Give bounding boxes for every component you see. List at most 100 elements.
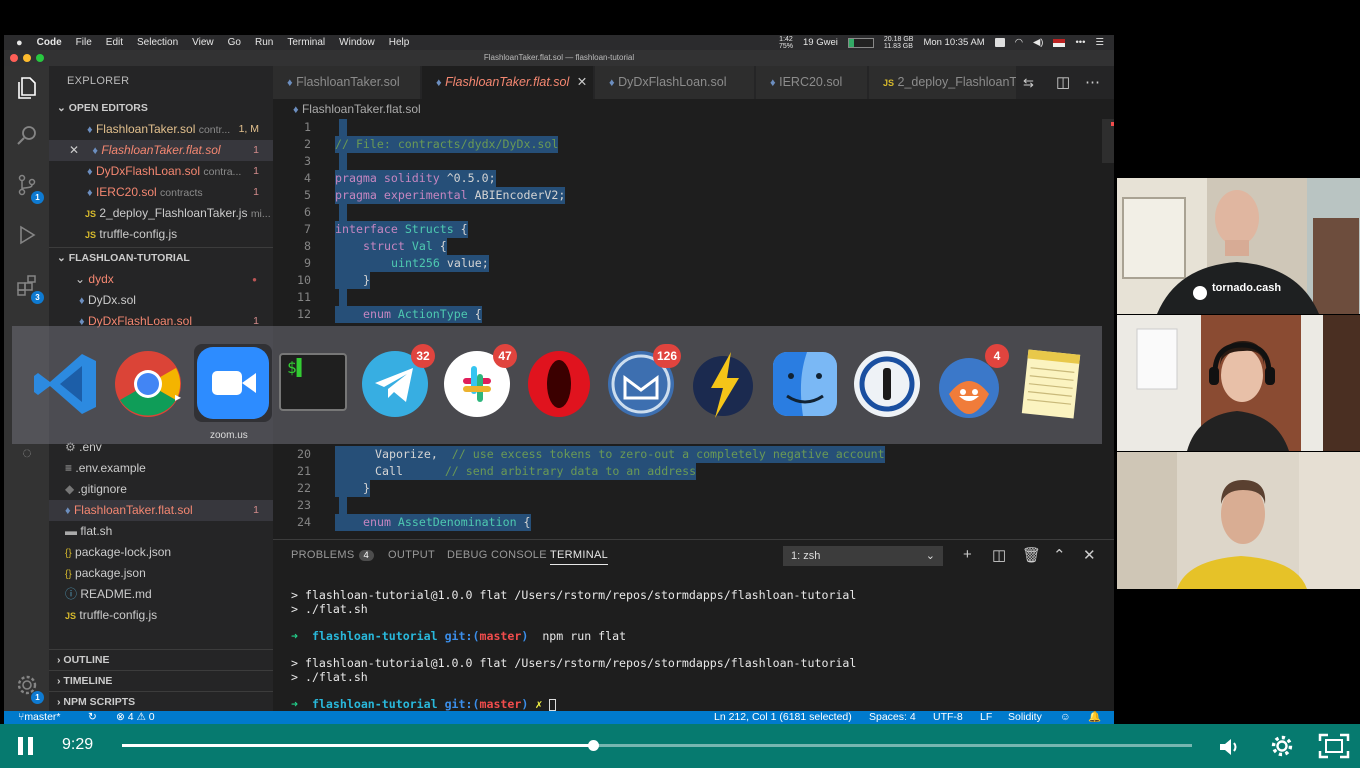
- file-item[interactable]: ♦ FlashloanTaker.flat.sol 1: [49, 500, 273, 521]
- progress-bar[interactable]: [122, 740, 1192, 751]
- close-panel-icon[interactable]: ✕: [1083, 546, 1096, 564]
- cursor-position[interactable]: Ln 212, Col 1 (6181 selected): [714, 711, 852, 724]
- file-item[interactable]: {} package.json: [49, 563, 273, 584]
- terminal-selector[interactable]: 1: zsh ⌄: [783, 546, 943, 566]
- tab-output[interactable]: OUTPUT: [388, 549, 435, 561]
- open-changes-icon[interactable]: ⇆: [1023, 75, 1034, 91]
- finder-app-icon[interactable]: [769, 348, 841, 420]
- open-editors-header[interactable]: ⌄ OPEN EDITORS: [49, 98, 273, 118]
- flag-icon[interactable]: [1053, 38, 1066, 47]
- source-control-icon[interactable]: 1: [14, 174, 44, 204]
- chrome-app-icon[interactable]: [112, 348, 184, 420]
- minimize-window-icon[interactable]: [23, 54, 31, 62]
- outline-header[interactable]: › OUTLINE: [49, 649, 273, 669]
- feedback-icon[interactable]: ☺: [1060, 711, 1071, 724]
- settings-button[interactable]: [1270, 734, 1294, 758]
- git-branch-status[interactable]: ⑂ master*: [18, 711, 61, 724]
- tab-debug-console[interactable]: DEBUG CONSOLE: [447, 549, 547, 561]
- wifi-icon[interactable]: ◠: [1015, 37, 1023, 48]
- gas-price[interactable]: 19 Gwei: [803, 37, 838, 48]
- mail-app-icon[interactable]: 126: [605, 344, 681, 420]
- folder-item[interactable]: ⌄ dydx ●: [49, 269, 273, 290]
- encoding[interactable]: UTF-8: [933, 711, 963, 724]
- extensions-icon[interactable]: 3: [14, 274, 44, 304]
- notes-app-icon[interactable]: [1015, 348, 1087, 420]
- accounts-icon[interactable]: ◌: [14, 441, 40, 467]
- language-mode[interactable]: Solidity: [1008, 711, 1042, 724]
- zoom-window-icon[interactable]: [36, 54, 44, 62]
- apple-menu-icon[interactable]: ●: [16, 37, 23, 49]
- menu-file[interactable]: File: [76, 37, 92, 48]
- menu-window[interactable]: Window: [339, 37, 375, 48]
- sync-icon[interactable]: ↻: [88, 711, 97, 724]
- open-editor-item[interactable]: ♦ IERC20.sol contracts 1: [49, 182, 273, 203]
- slack-app-icon[interactable]: 47: [441, 344, 517, 420]
- vscode-app-icon[interactable]: [30, 348, 102, 420]
- new-terminal-icon[interactable]: +: [963, 546, 972, 563]
- volume-button[interactable]: [1218, 736, 1242, 758]
- breadcrumb[interactable]: ♦ FlashloanTaker.flat.sol: [273, 99, 1114, 119]
- tab-ierc20-sol[interactable]: ♦ IERC20.sol: [756, 66, 868, 99]
- menu-help[interactable]: Help: [389, 37, 410, 48]
- split-terminal-icon[interactable]: ◫: [992, 546, 1006, 564]
- menu-code[interactable]: Code: [37, 37, 62, 48]
- more-icon[interactable]: •••: [1075, 37, 1085, 48]
- progress-handle[interactable]: [587, 740, 599, 751]
- 1password-app-icon[interactable]: [851, 348, 923, 420]
- split-editor-icon[interactable]: ◫: [1056, 73, 1070, 91]
- project-header[interactable]: ⌄ FLASHLOAN-TUTORIAL: [49, 247, 273, 267]
- file-item[interactable]: ≡ .env.example: [49, 458, 273, 479]
- trash-icon[interactable]: 🗑: [1022, 546, 1041, 564]
- file-item[interactable]: ▬ flat.sh: [49, 521, 273, 542]
- reeder-app-icon[interactable]: [687, 348, 759, 420]
- brave-app-icon[interactable]: 4: [933, 344, 1009, 420]
- zoom-app-icon[interactable]: [194, 344, 272, 422]
- telegram-app-icon[interactable]: 32: [359, 344, 435, 420]
- npm-scripts-header[interactable]: › NPM SCRIPTS: [49, 691, 273, 711]
- file-item[interactable]: ◆ .gitignore: [49, 479, 273, 500]
- file-item[interactable]: ♦ DyDx.sol: [49, 290, 273, 311]
- tab-dydxflashloan-sol[interactable]: ♦ DyDxFlashLoan.sol: [595, 66, 755, 99]
- menu-go[interactable]: Go: [228, 37, 241, 48]
- explorer-icon[interactable]: [14, 76, 40, 102]
- problems-status[interactable]: ⊗ 4 ⚠ 0: [116, 711, 155, 724]
- timeline-header[interactable]: › TIMELINE: [49, 670, 273, 690]
- line-ending[interactable]: LF: [980, 711, 992, 724]
- open-editor-item[interactable]: JS 2_deploy_FlashloanTaker.js mi...: [49, 203, 273, 224]
- run-debug-icon[interactable]: [14, 224, 40, 250]
- volume-icon[interactable]: ◀): [1033, 37, 1043, 48]
- tab-flashloantaker-sol[interactable]: ♦ FlashloanTaker.sol: [273, 66, 421, 99]
- file-item[interactable]: JS truffle-config.js: [49, 605, 273, 626]
- open-editor-item[interactable]: ♦ DyDxFlashLoan.sol contra... 1: [49, 161, 273, 182]
- maximize-panel-icon[interactable]: ⌃: [1053, 546, 1066, 564]
- notifications-icon[interactable]: 🔔: [1088, 711, 1101, 724]
- close-editor-icon[interactable]: ✕: [69, 143, 79, 157]
- control-center-icon[interactable]: ☰: [1095, 37, 1104, 48]
- fullscreen-button[interactable]: [1318, 733, 1350, 759]
- clock[interactable]: Mon 10:35 AM: [923, 37, 984, 48]
- cpu-meter[interactable]: 1:42 75%: [779, 36, 793, 50]
- opera-app-icon[interactable]: [523, 348, 595, 420]
- indentation[interactable]: Spaces: 4: [869, 711, 916, 724]
- open-editor-item[interactable]: ✕ ♦ FlashloanTaker.flat.sol 1: [49, 140, 273, 161]
- menu-terminal[interactable]: Terminal: [287, 37, 325, 48]
- file-item[interactable]: ⓘ README.md: [49, 584, 273, 605]
- tab-flashloantaker-flat-sol[interactable]: ♦ FlashloanTaker.flat.sol ✕: [422, 66, 594, 99]
- manage-gear-icon[interactable]: 1: [14, 674, 44, 704]
- open-editor-item[interactable]: JS truffle-config.js: [49, 224, 273, 245]
- search-icon[interactable]: [14, 124, 40, 150]
- pause-button[interactable]: [18, 737, 34, 755]
- more-actions-icon[interactable]: ⋯: [1085, 73, 1100, 91]
- tab-terminal[interactable]: TERMINAL: [550, 549, 609, 565]
- terminal-prompt-line[interactable]: ➜ flashloan-tutorial git:(master) ✗: [291, 697, 557, 711]
- menu-view[interactable]: View: [192, 37, 214, 48]
- calendar-icon[interactable]: [994, 38, 1005, 47]
- memory-meter[interactable]: 20.18 GB 11.83 GB: [884, 36, 914, 50]
- tab-problems[interactable]: PROBLEMS 4: [291, 549, 375, 561]
- close-tab-icon[interactable]: ✕: [577, 75, 587, 89]
- menu-edit[interactable]: Edit: [106, 37, 123, 48]
- open-editor-item[interactable]: ♦ FlashloanTaker.sol contr... 1, M: [49, 119, 273, 140]
- close-window-icon[interactable]: [10, 54, 18, 62]
- menu-selection[interactable]: Selection: [137, 37, 178, 48]
- file-item[interactable]: {} package-lock.json: [49, 542, 273, 563]
